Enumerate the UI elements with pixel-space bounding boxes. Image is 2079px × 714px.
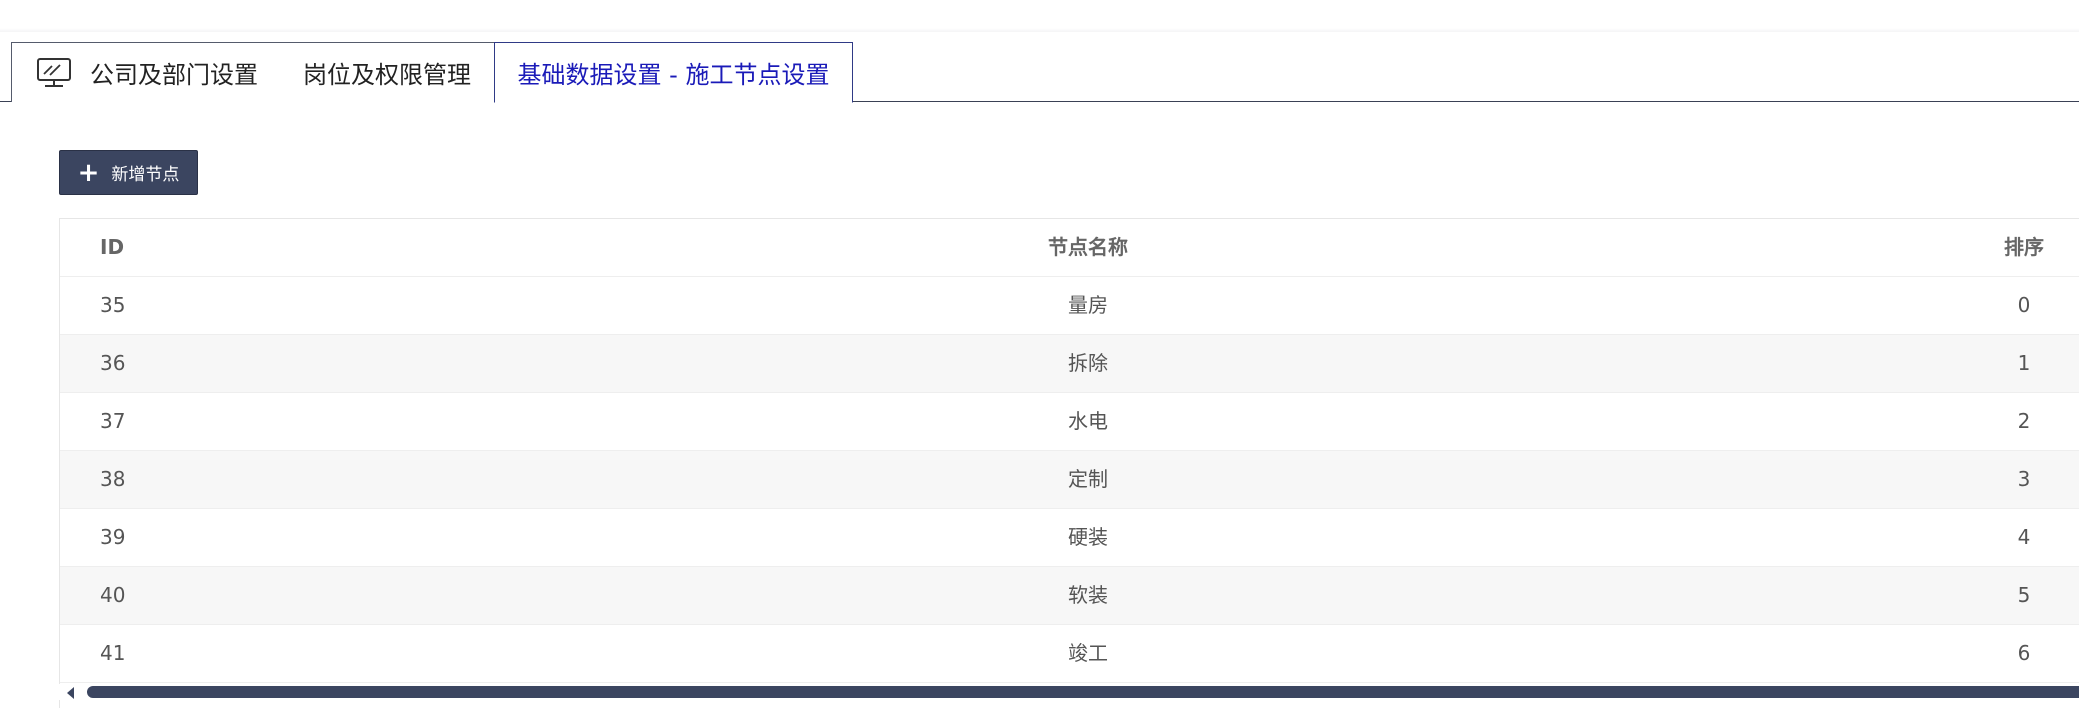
cell-name: 量房 <box>1068 293 1108 317</box>
top-band <box>0 0 2079 32</box>
cell-id: 35 <box>100 293 126 317</box>
cell-id: 37 <box>100 409 126 433</box>
cell-sort: 0 <box>2017 293 2031 317</box>
monitor-icon <box>36 57 72 89</box>
cell-id: 40 <box>100 583 126 607</box>
table-row[interactable]: 40 软装 5 <box>60 567 2079 625</box>
plus-icon: + <box>77 157 100 188</box>
cell-sort: 5 <box>2017 583 2031 607</box>
table-row[interactable]: 39 硬装 4 <box>60 509 2079 567</box>
cell-name: 软装 <box>1068 583 1108 607</box>
cell-name: 拆除 <box>1068 351 1108 375</box>
tab-label: 基础数据设置 - 施工节点设置 <box>517 61 830 89</box>
table-row[interactable]: 36 拆除 1 <box>60 335 2079 393</box>
cell-id: 38 <box>100 467 126 491</box>
tab-construction-node-settings[interactable]: 基础数据设置 - 施工节点设置 <box>494 42 853 103</box>
table-row[interactable]: 38 定制 3 <box>60 451 2079 509</box>
header-name[interactable]: 节点名称 <box>1033 219 1143 276</box>
tab-position-permission[interactable]: 岗位及权限管理 <box>280 42 495 102</box>
cell-id: 36 <box>100 351 126 375</box>
cell-name: 水电 <box>1068 409 1108 433</box>
cell-name: 硬装 <box>1068 525 1108 549</box>
table-row[interactable]: 35 量房 0 <box>60 277 2079 335</box>
cell-id: 41 <box>100 641 126 665</box>
scroll-thumb[interactable] <box>87 686 2079 698</box>
table-header: ID 节点名称 排序 <box>60 219 2079 277</box>
tab-company-department[interactable]: 公司及部门设置 <box>11 42 281 102</box>
add-node-button[interactable]: + 新增节点 <box>59 150 198 195</box>
cell-sort: 1 <box>2017 351 2031 375</box>
horizontal-scrollbar[interactable] <box>59 684 2079 700</box>
tab-label: 公司及部门设置 <box>90 61 258 89</box>
header-id[interactable]: ID <box>100 219 124 276</box>
header-sort[interactable]: 排序 <box>2004 219 2044 276</box>
cell-sort: 6 <box>2017 641 2031 665</box>
tab-bar: 公司及部门设置 岗位及权限管理 基础数据设置 - 施工节点设置 <box>0 42 2079 103</box>
table-row[interactable]: 37 水电 2 <box>60 393 2079 451</box>
tab-label: 岗位及权限管理 <box>303 61 471 89</box>
cell-sort: 2 <box>2017 409 2031 433</box>
cell-id: 39 <box>100 525 126 549</box>
cell-name: 竣工 <box>1068 641 1108 665</box>
table-row[interactable]: 41 竣工 6 <box>60 625 2079 683</box>
scroll-left-arrow-icon[interactable] <box>67 687 74 699</box>
cell-sort: 4 <box>2017 525 2031 549</box>
cell-sort: 3 <box>2017 467 2031 491</box>
cell-name: 定制 <box>1068 467 1108 491</box>
node-table: ID 节点名称 排序 35 量房 0 36 拆除 1 37 水电 2 38 定制… <box>59 218 2079 708</box>
add-node-label: 新增节点 <box>111 165 180 185</box>
